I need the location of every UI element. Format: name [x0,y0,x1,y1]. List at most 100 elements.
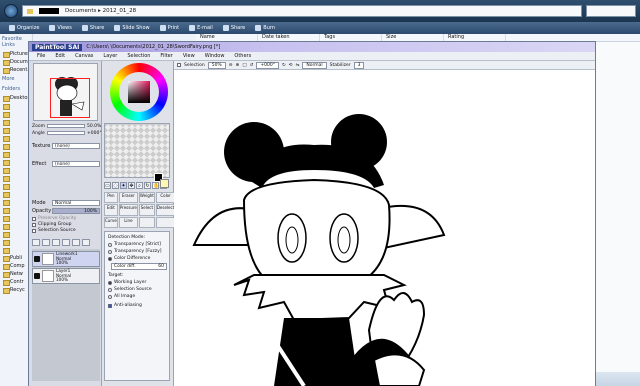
select-tool[interactable]: Select [138,204,155,216]
selection-visible-checkbox[interactable] [177,63,181,67]
background-color[interactable] [160,179,169,188]
weight-tool[interactable]: Weight [138,192,155,204]
navigator-preview[interactable] [33,63,98,121]
line-tool[interactable]: Line [118,216,138,228]
email-button[interactable]: E-mail [186,25,216,31]
menu-window[interactable]: Window [205,53,225,59]
move-tool-icon[interactable]: ✥ [128,181,135,189]
navigator-viewport-box[interactable] [50,78,90,118]
texture-select[interactable]: (none) [52,142,100,149]
mode-transparency-strict[interactable]: Transparency [Strict] [108,242,161,247]
views-button[interactable]: Views [46,25,74,31]
mode-row: Mode Normal [32,199,100,206]
saturation-value-square[interactable] [128,81,150,103]
rotate-tool-icon[interactable]: ↻ [144,181,151,189]
selection-source-checkbox[interactable]: Selection Source [32,228,76,233]
menu-layer[interactable]: Layer [103,53,117,59]
angle-slider[interactable]: Angle +000° [32,130,102,136]
new-layer-icon[interactable] [32,239,40,246]
delete-layer-icon[interactable] [82,239,90,246]
zoom-in-icon[interactable]: ⊕ [236,63,240,68]
menu-view[interactable]: View [183,53,195,59]
color-diff-slider[interactable]: Color diff. 60 [111,263,167,270]
column-tags[interactable]: Tags [320,34,382,41]
window-title: C:\Users\ \Documents\2012_01_28\SwordFai… [86,44,221,50]
stabilizer-field[interactable]: 3 [353,61,365,69]
layer-opacity: 100% [56,260,68,266]
target-selection-source[interactable]: Selection Source [108,287,152,292]
color-wheel[interactable] [110,63,168,121]
menu-filter[interactable]: Filter [160,53,172,59]
target-working-layer[interactable]: Working Layer [108,280,146,285]
anti-aliasing-checkbox[interactable]: Anti-aliasing [108,303,142,308]
menu-edit[interactable]: Edit [55,53,65,59]
share-button-2[interactable]: Share [220,25,248,31]
magic-wand-icon[interactable]: ✦ [120,181,127,189]
zoom-field[interactable]: 50% [207,61,226,69]
drawing-canvas[interactable] [174,70,595,386]
angle-field[interactable]: +000° [256,61,279,69]
selection-tool-icon[interactable]: ▭ [104,181,111,189]
empty-tool-slot [138,216,155,228]
zoom-out-icon[interactable]: ⊖ [229,63,233,68]
eraser-tool[interactable]: Eraser [118,192,138,204]
canvas-toolbar: Selection 50% ⊖ ⊕ □ ↺ +000° ↻ ⟲ ⇋ Normal… [174,61,595,70]
radio [108,287,112,292]
burn-button[interactable]: Burn [252,25,278,31]
clipping-group-checkbox[interactable]: Clipping Group [32,222,71,227]
zoom-track[interactable] [46,124,85,128]
target-all-image[interactable]: All Image [108,294,135,299]
menu-file[interactable]: File [37,53,45,59]
column-size[interactable]: Size [382,34,444,41]
print-button[interactable]: Print [157,25,183,31]
mode-transparency-fuzzy[interactable]: Transparency [Fuzzy] [108,249,162,254]
effect-select[interactable]: (none) [52,160,100,167]
clear-layer-icon[interactable] [72,239,80,246]
blend-mode-select[interactable]: Normal [52,199,100,206]
slideshow-button[interactable]: Slide Show [111,25,152,31]
opacity-slider[interactable]: 100% [52,207,100,214]
eye-icon[interactable] [34,256,40,262]
new-folder-icon[interactable] [52,239,60,246]
menu-canvas[interactable]: Canvas [75,53,93,59]
navigator-layer-panel: Zoom 50.0% Angle +000° Texture (none) Ef… [29,61,102,386]
tail-tip [372,353,426,386]
print-icon [159,25,166,31]
zoom-tool-icon[interactable]: ⌕ [136,181,143,189]
mode-color-difference[interactable]: Color Difference [108,256,150,261]
scratchpad[interactable] [104,123,170,178]
menu-others[interactable]: Others [234,53,251,59]
column-rating[interactable]: Rating [444,34,506,41]
new-linework-layer-icon[interactable] [42,239,50,246]
menu-selection[interactable]: Selection [127,53,150,59]
eye-icon[interactable] [34,273,40,279]
deselect-tool[interactable]: Deselect [155,204,176,216]
search-input[interactable] [586,5,636,17]
lasso-tool-icon[interactable]: ◌ [112,181,119,189]
layer-row-linework1[interactable]: Linework1 Normal 100% [32,251,100,267]
organize-button[interactable]: Organize [6,25,42,31]
pen-tool[interactable]: Pen [104,192,118,204]
rotate-left-icon[interactable]: ↺ [250,63,254,68]
rotate-reset-icon[interactable]: ⟲ [289,63,293,68]
blend-field[interactable]: Normal [302,61,327,69]
back-button[interactable] [4,4,18,18]
zoom-reset-icon[interactable]: □ [242,63,246,68]
zoom-slider[interactable]: Zoom 50.0% [32,123,101,129]
column-date-taken[interactable]: Date taken [258,34,320,41]
merge-down-icon[interactable] [62,239,70,246]
hand-tool-icon[interactable]: ✋ [152,181,159,189]
preserve-opacity-checkbox[interactable]: Preserve Opacity [32,216,76,221]
column-name[interactable]: Name [196,34,258,41]
layer-row-layer1[interactable]: Layer1 Normal 100% [32,268,100,284]
share-button[interactable]: Share [79,25,107,31]
rotate-right-icon[interactable]: ↻ [282,63,286,68]
pressure-tool[interactable]: Pressure [118,204,138,216]
effect-label: Effect [32,160,47,167]
edit-tool[interactable]: Edit [104,204,118,216]
flip-icon[interactable]: ⇋ [296,63,300,68]
angle-track[interactable] [46,131,85,135]
curve-tool[interactable]: Curve [104,216,118,228]
address-bar[interactable]: Documents ▸ 2012_01_28 [22,5,582,17]
color-tool[interactable]: Color [155,192,176,204]
